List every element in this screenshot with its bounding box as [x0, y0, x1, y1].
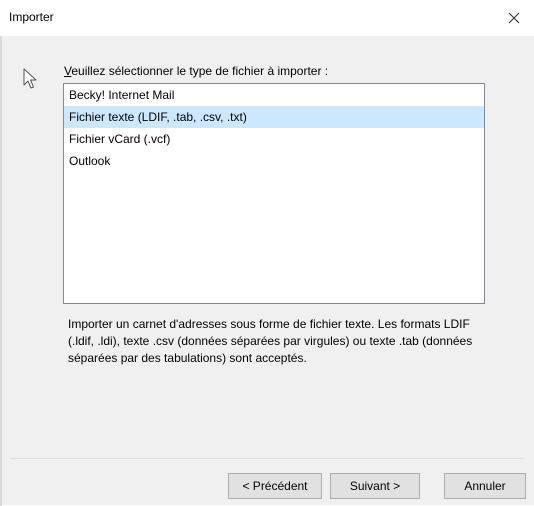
file-type-list[interactable]: Becky! Internet Mail Fichier texte (LDIF,… [63, 83, 485, 304]
window-left-edge [0, 36, 2, 506]
previous-button[interactable]: < Précédent [228, 473, 322, 499]
file-type-item[interactable]: Becky! Internet Mail [64, 84, 484, 106]
file-type-item[interactable]: Fichier vCard (.vcf) [64, 128, 484, 150]
close-button[interactable] [494, 0, 534, 36]
footer-separator [10, 458, 524, 459]
cancel-button[interactable]: Annuler [444, 473, 526, 499]
file-type-item[interactable]: Fichier texte (LDIF, .tab, .csv, .txt) [64, 106, 484, 128]
pointer-icon [23, 68, 37, 89]
next-button[interactable]: Suivant > [330, 473, 420, 499]
file-type-description: Importer un carnet d'adresses sous forme… [68, 317, 473, 365]
import-dialog: Importer Veuillez sélectionner le type d… [0, 0, 534, 506]
file-type-item[interactable]: Outlook [64, 150, 484, 172]
instruction-text: euillez sélectionner le type de fichier … [71, 64, 329, 78]
window-title: Importer [9, 10, 54, 24]
close-icon [508, 12, 520, 24]
title-bar: Importer [0, 0, 534, 36]
instruction-label: Veuillez sélectionner le type de fichier… [64, 64, 328, 78]
